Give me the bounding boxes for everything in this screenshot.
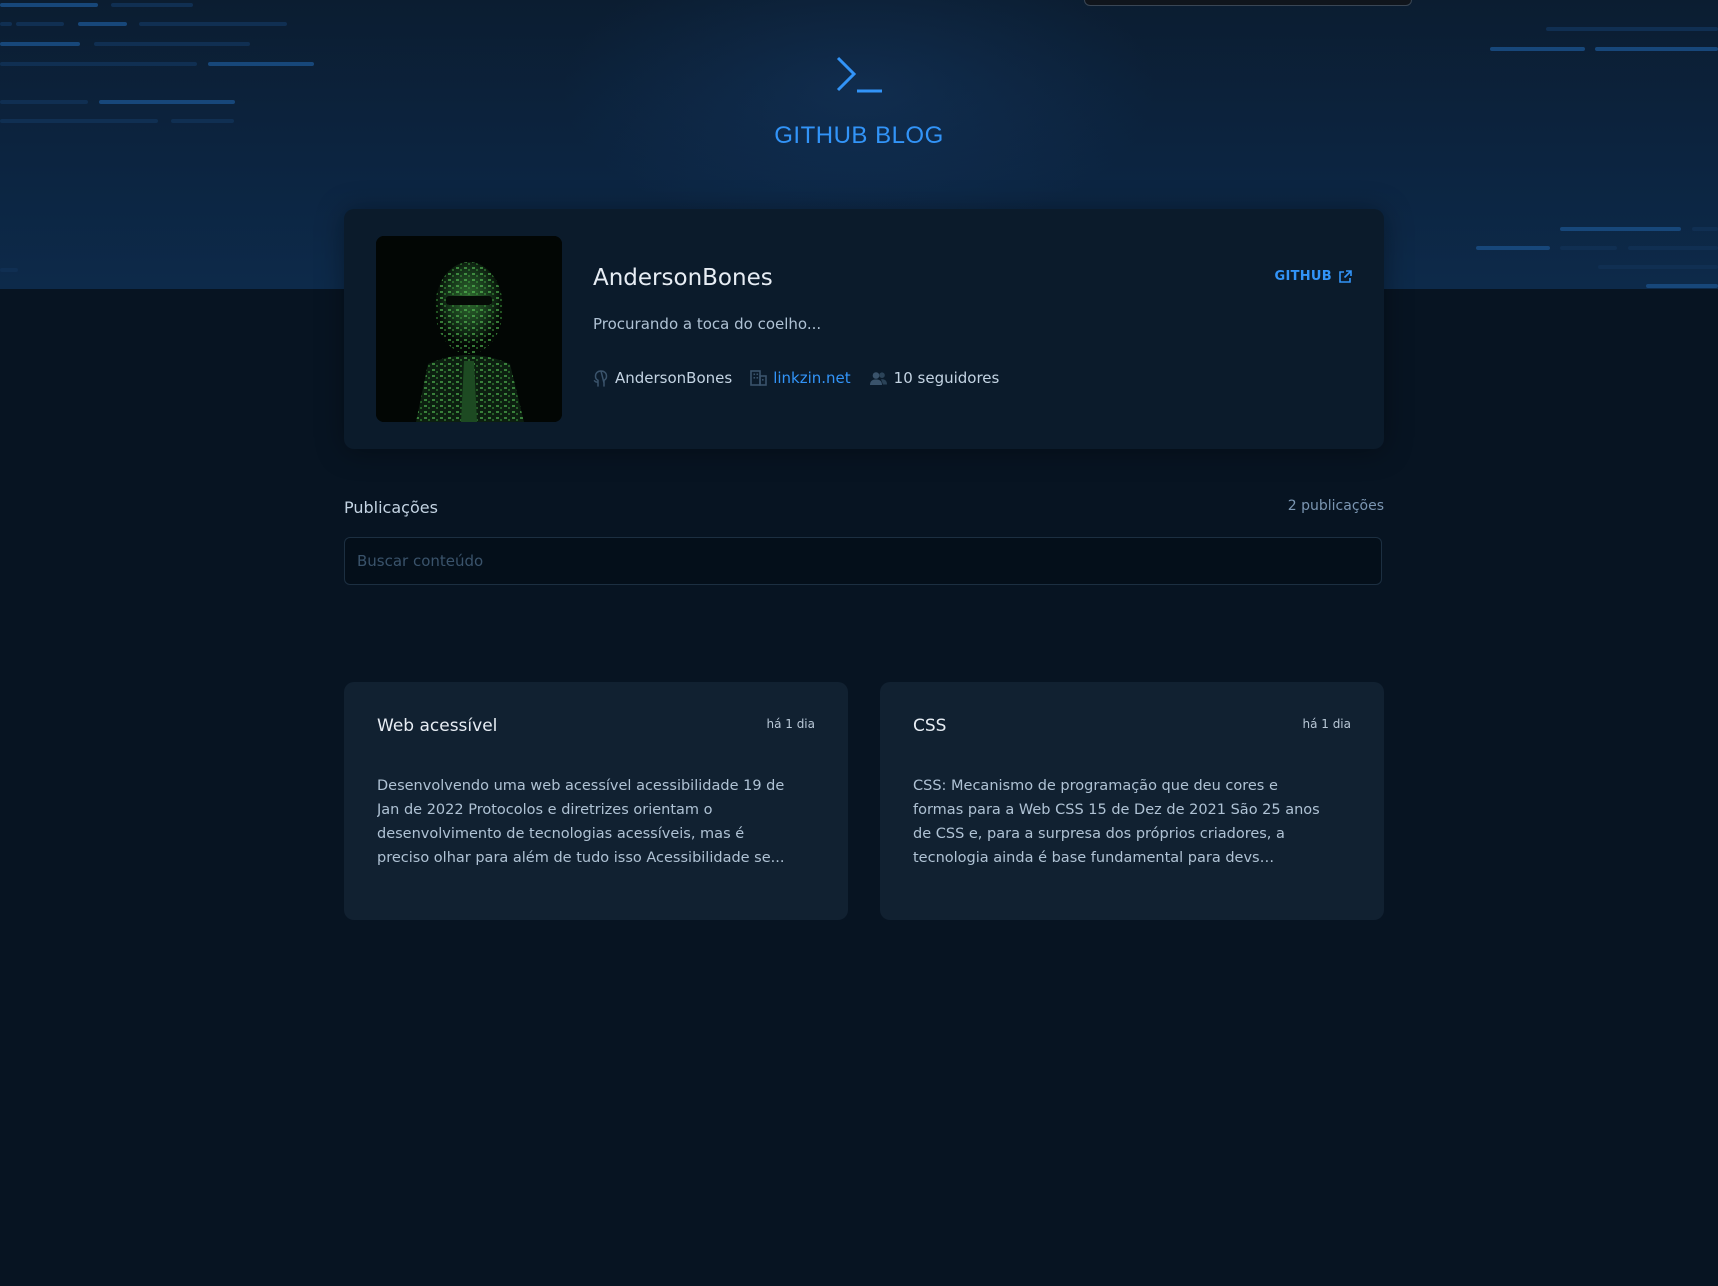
deco-line: [16, 22, 64, 26]
post-excerpt: Desenvolvendo uma web acessível acessibi…: [377, 778, 785, 866]
deco-line: [139, 22, 287, 26]
deco-line: [1546, 27, 1718, 31]
post-excerpt: CSS: Mecanismo de programação que deu co…: [913, 778, 1320, 866]
deco-line: [111, 3, 193, 7]
deco-line: [1628, 246, 1718, 250]
post-title: Web acessível: [377, 716, 498, 736]
post-card[interactable]: CSS há 1 dia CSS: Mecanismo de programaç…: [880, 682, 1384, 920]
profile-bio: Procurando a toca do coelho...: [593, 315, 822, 333]
deco-line: [0, 100, 88, 104]
deco-line: [1692, 227, 1718, 231]
publications-header: Publicações 2 publicações: [344, 498, 1384, 517]
deco-line: [0, 42, 80, 46]
deco-line: [1476, 246, 1550, 250]
company-link[interactable]: linkzin.net: [773, 369, 850, 387]
blog-title: GITHUB BLOG: [774, 122, 944, 149]
followers-info: 10 seguidores: [869, 369, 1000, 387]
github-link-label: GITHUB: [1274, 269, 1332, 284]
external-link-icon: [1339, 269, 1352, 283]
deco-line: [78, 22, 127, 26]
terminal-prompt-icon: [836, 56, 882, 93]
publications-count: 2 publicações: [1287, 498, 1384, 514]
avatar: [376, 236, 562, 422]
deco-line: [94, 42, 250, 46]
deco-line: [1646, 284, 1718, 288]
login-info: AndersonBones: [593, 369, 732, 387]
users-icon: [869, 371, 887, 385]
post-title: CSS: [913, 716, 947, 736]
logo: [0, 55, 1718, 95]
deco-line: [1490, 47, 1585, 51]
top-tab-decoration: [1084, 0, 1412, 6]
post-card[interactable]: Web acessível há 1 dia Desenvolvendo uma…: [344, 682, 848, 920]
deco-line: [0, 3, 98, 7]
followers-text: 10 seguidores: [893, 369, 1000, 387]
deco-line: [1560, 246, 1617, 250]
deco-line: [1595, 47, 1718, 51]
header-glow: [559, 0, 1159, 240]
login-text: AndersonBones: [615, 369, 733, 387]
avatar-image: [376, 236, 562, 422]
building-icon: [750, 370, 768, 386]
github-icon: [593, 369, 608, 387]
deco-line: [1560, 227, 1681, 231]
company-info: linkzin.net: [750, 369, 851, 387]
profile-meta: AndersonBones linkzin.net 10 seguidores: [593, 369, 999, 387]
publications-title: Publicações: [344, 498, 438, 517]
profile-name: AndersonBones: [593, 265, 773, 291]
deco-line: [0, 22, 12, 26]
search-input[interactable]: [344, 537, 1382, 585]
post-date: há 1 dia: [766, 717, 815, 731]
github-link[interactable]: GITHUB: [1274, 269, 1352, 284]
deco-line: [0, 268, 18, 272]
deco-line: [99, 100, 235, 104]
deco-line: [1598, 265, 1718, 269]
post-date: há 1 dia: [1302, 717, 1351, 731]
profile-card: AndersonBones GITHUB Procurando a toca d…: [344, 209, 1384, 449]
